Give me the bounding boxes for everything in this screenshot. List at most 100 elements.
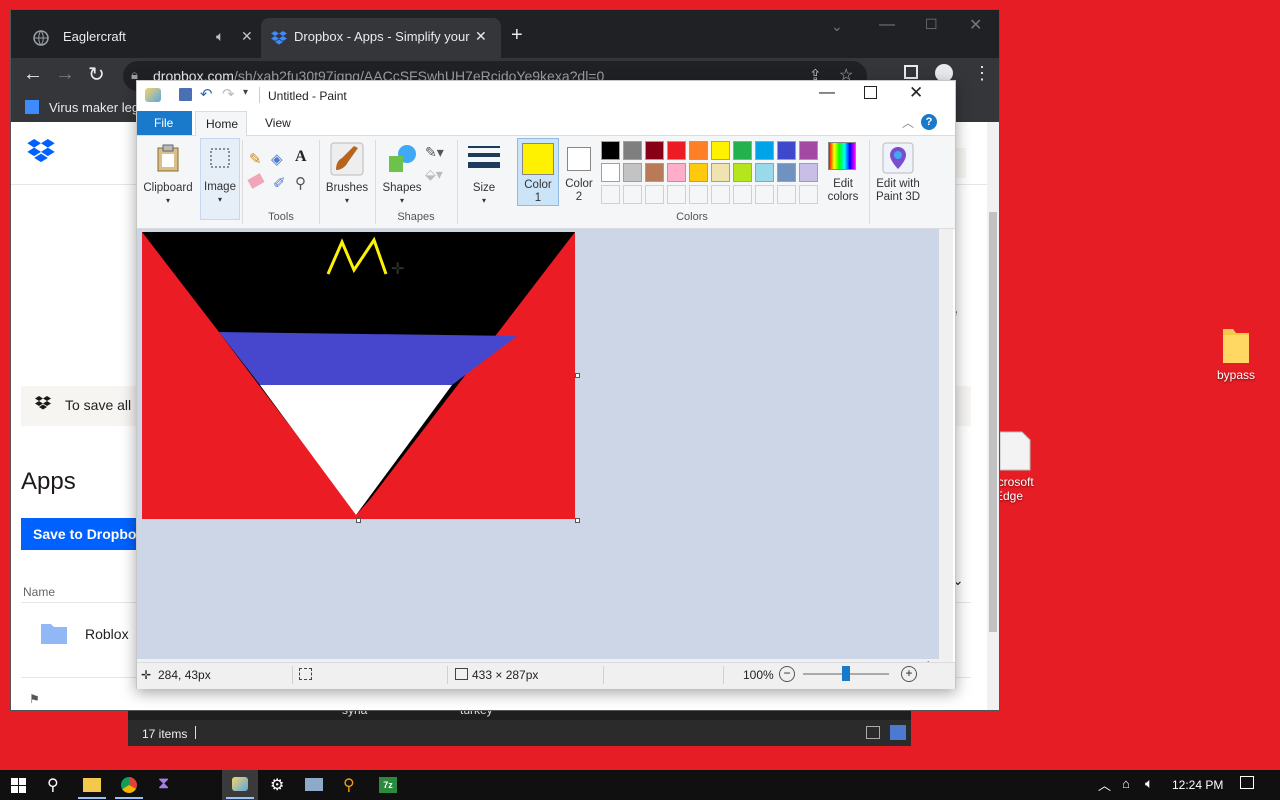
tab-file[interactable]: File: [137, 111, 192, 135]
page-scrollbar[interactable]: [987, 122, 999, 710]
palette-swatch[interactable]: [623, 185, 642, 204]
drawing-canvas[interactable]: M: [142, 232, 575, 519]
palette-swatch[interactable]: [755, 185, 774, 204]
image-button[interactable]: Image ▾: [200, 138, 240, 220]
palette-swatch[interactable]: [755, 163, 774, 182]
palette-swatch[interactable]: [601, 141, 620, 160]
speaker-icon[interactable]: 🔈︎: [216, 28, 224, 45]
clock[interactable]: 12:24 PM: [1172, 778, 1223, 792]
palette-swatch[interactable]: [777, 185, 796, 204]
palette-swatch[interactable]: [689, 141, 708, 160]
reload-icon[interactable]: ↻: [88, 62, 105, 87]
tab-dropbox[interactable]: Dropbox - Apps - Simplify your l ✕: [261, 18, 501, 58]
scrollbar-thumb[interactable]: [989, 212, 997, 632]
tab-view[interactable]: View: [265, 116, 291, 130]
taskbar-7zip[interactable]: 7z: [370, 770, 406, 800]
palette-swatch[interactable]: [711, 141, 730, 160]
tab-search-icon[interactable]: ⌄: [831, 18, 843, 35]
clipboard-button[interactable]: Clipboard ▾: [141, 138, 195, 220]
palette-swatch[interactable]: [667, 185, 686, 204]
close-tab-icon[interactable]: ✕: [241, 28, 253, 45]
resize-handle[interactable]: [575, 518, 580, 523]
taskbar-settings[interactable]: ⚙: [259, 770, 295, 800]
fill-icon[interactable]: ◈: [271, 150, 283, 168]
pencil-icon[interactable]: ✎: [249, 150, 262, 168]
help-icon[interactable]: ?: [921, 114, 937, 130]
palette-swatch[interactable]: [733, 185, 752, 204]
palette-swatch[interactable]: [601, 185, 620, 204]
zoom-in-icon[interactable]: +: [901, 666, 917, 682]
tab-home[interactable]: Home: [195, 111, 247, 136]
maximize-icon[interactable]: [864, 86, 877, 99]
shape-fill-icon[interactable]: ⬙▾: [425, 166, 443, 183]
taskbar-search-app[interactable]: ⚲: [333, 770, 369, 800]
collapse-ribbon-icon[interactable]: ︿: [902, 114, 914, 131]
customize-qat-icon[interactable]: ▾: [243, 87, 248, 98]
palette-swatch[interactable]: [755, 141, 774, 160]
desktop-icon-bypass[interactable]: bypass: [1208, 325, 1264, 382]
maximize-icon[interactable]: ☐: [925, 16, 938, 33]
palette-swatch[interactable]: [667, 163, 686, 182]
taskbar-network[interactable]: [296, 770, 332, 800]
redo-icon[interactable]: ↷: [222, 85, 235, 103]
shapes-button[interactable]: Shapes ▾: [379, 138, 425, 208]
size-button[interactable]: Size ▾: [463, 138, 505, 208]
menu-icon[interactable]: ⋮: [973, 63, 991, 84]
palette-swatch[interactable]: [689, 163, 708, 182]
paint-app-icon[interactable]: [145, 88, 161, 102]
close-tab-icon[interactable]: ✕: [475, 28, 487, 45]
palette-swatch[interactable]: [799, 163, 818, 182]
zoom-slider[interactable]: [803, 666, 889, 681]
palette-swatch[interactable]: [623, 163, 642, 182]
taskbar-explorer[interactable]: [74, 770, 110, 800]
palette-swatch[interactable]: [711, 163, 730, 182]
taskbar-chrome[interactable]: [111, 770, 147, 800]
canvas-vertical-scrollbar[interactable]: [939, 229, 953, 671]
palette-swatch[interactable]: [645, 141, 664, 160]
volume-icon[interactable]: 🔈︎: [1145, 775, 1153, 792]
palette-swatch[interactable]: [799, 141, 818, 160]
palette-swatch[interactable]: [689, 185, 708, 204]
palette-swatch[interactable]: [601, 163, 620, 182]
save-icon[interactable]: [179, 88, 192, 101]
palette-swatch[interactable]: [733, 163, 752, 182]
palette-swatch[interactable]: [645, 185, 664, 204]
flag-icon[interactable]: ⚑: [29, 692, 40, 706]
palette-swatch[interactable]: [733, 141, 752, 160]
new-tab-icon[interactable]: +: [511, 24, 523, 47]
edit-with-paint3d-button[interactable]: Edit with Paint 3D: [873, 138, 923, 208]
tab-eaglercraft[interactable]: Eaglercraft 🔈︎ ✕: [19, 18, 261, 58]
palette-swatch[interactable]: [711, 185, 730, 204]
palette-swatch[interactable]: [799, 185, 818, 204]
column-header-name[interactable]: Name: [23, 585, 55, 599]
bookmark-item[interactable]: Virus maker legit: [49, 100, 146, 115]
details-view-icon[interactable]: [866, 726, 880, 739]
taskbar-visual-studio[interactable]: ⧗: [148, 770, 184, 800]
minimize-icon[interactable]: —: [819, 84, 835, 102]
minimize-icon[interactable]: —: [879, 16, 895, 34]
dropbox-logo-icon[interactable]: [27, 139, 55, 163]
color2-button[interactable]: Color 2: [559, 138, 599, 206]
outline-icon[interactable]: ✎▾: [425, 144, 444, 161]
large-icons-view-icon[interactable]: [890, 725, 906, 740]
undo-icon[interactable]: ↶: [200, 85, 213, 103]
text-icon[interactable]: A: [295, 148, 307, 166]
resize-handle[interactable]: [575, 373, 580, 378]
brushes-button[interactable]: Brushes ▾: [323, 138, 371, 208]
chevron-up-icon[interactable]: ︿: [1098, 775, 1111, 794]
magnifier-icon[interactable]: ⚲: [295, 174, 306, 192]
start-button[interactable]: [0, 770, 36, 800]
desktop-icon-edge[interactable]: icrosoft Edge: [995, 430, 1055, 503]
zoom-out-icon[interactable]: −: [779, 666, 795, 682]
palette-swatch[interactable]: [623, 141, 642, 160]
notifications-icon[interactable]: [1240, 776, 1254, 789]
side-panel-icon[interactable]: [904, 65, 918, 79]
resize-handle[interactable]: [356, 518, 361, 523]
palette-swatch[interactable]: [645, 163, 664, 182]
close-icon[interactable]: ✕: [909, 83, 923, 103]
edit-colors-button[interactable]: Edit colors: [821, 138, 865, 208]
close-icon[interactable]: ✕: [969, 15, 982, 35]
canvas-area[interactable]: M ✛: [137, 229, 939, 659]
palette-swatch[interactable]: [777, 141, 796, 160]
search-button[interactable]: ⚲: [37, 770, 73, 800]
